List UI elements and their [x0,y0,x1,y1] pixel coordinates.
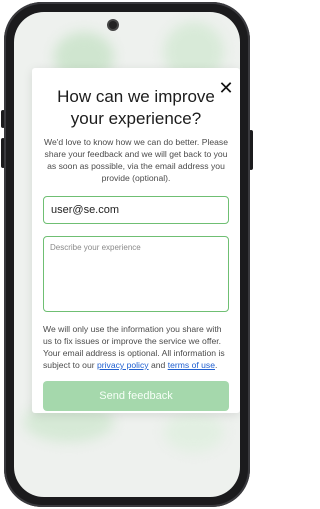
privacy-disclaimer: We will only use the information you sha… [43,323,231,371]
terms-of-use-link[interactable]: terms of use [168,360,215,370]
background-blob [164,412,224,452]
modal-intro-text: We'd love to know how we can do better. … [44,137,228,183]
privacy-policy-link[interactable]: privacy policy [97,360,149,370]
disclaimer-period: . [215,360,218,370]
front-camera-icon [109,21,117,29]
feedback-modal: ✕ How can we improve your experience? We… [32,68,240,413]
modal-title: How can we improve your experience? [57,87,215,128]
email-field[interactable] [43,196,229,224]
phone-frame: ✕ How can we improve your experience? We… [4,2,250,507]
send-feedback-button[interactable]: Send feedback [43,381,229,411]
disclaimer-and: and [148,360,168,370]
phone-screen: ✕ How can we improve your experience? We… [14,12,240,497]
description-field[interactable] [43,236,229,312]
